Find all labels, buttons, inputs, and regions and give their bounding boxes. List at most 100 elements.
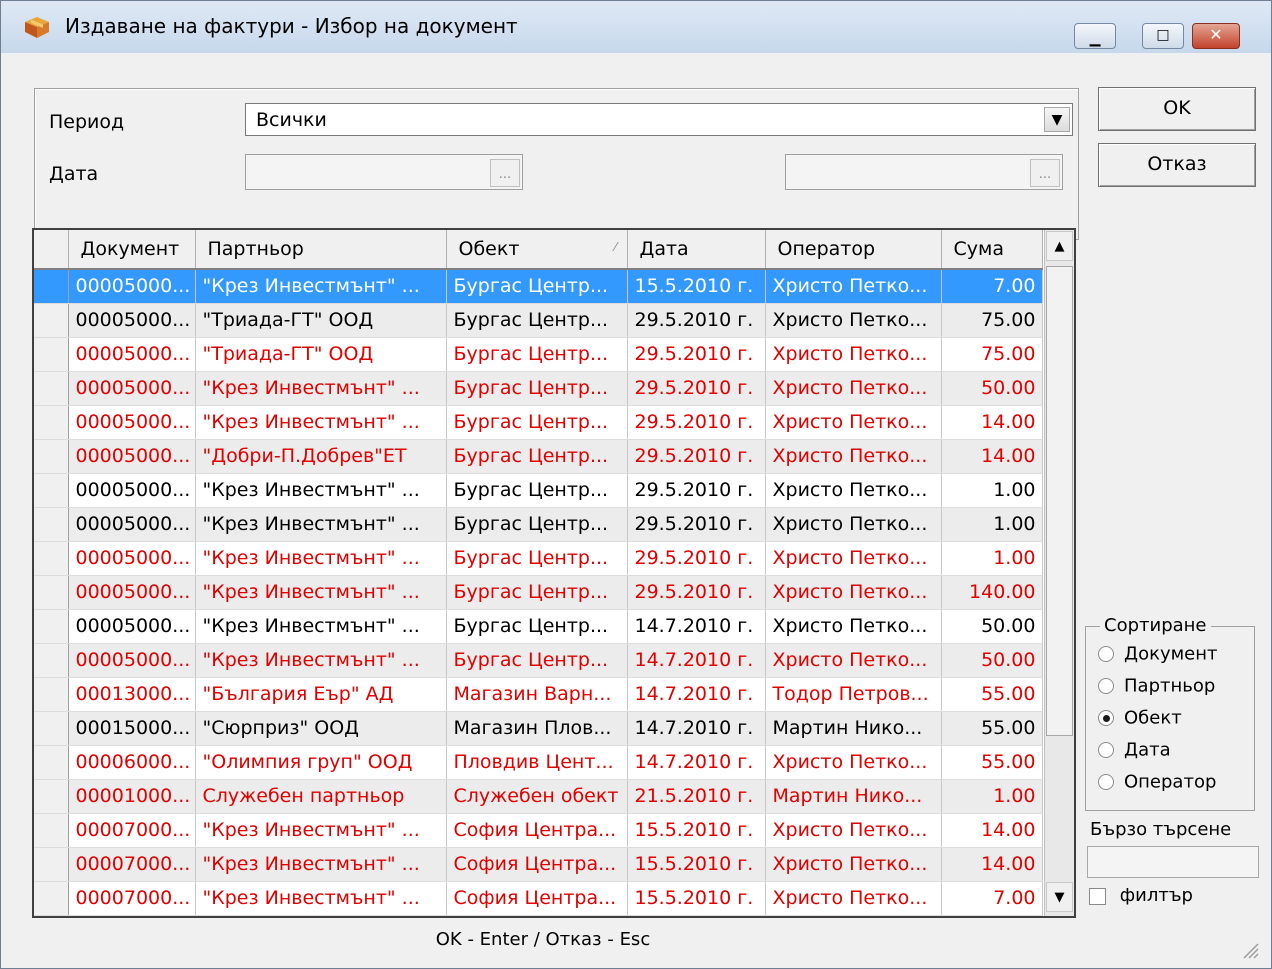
cell-document[interactable]: 00005000...	[68, 575, 196, 610]
cell-operator[interactable]: Христо Петко...	[765, 337, 942, 372]
table-row[interactable]: 00005000... "Крез Инвестмънт" ... Бургас Ц…	[34, 405, 1043, 440]
cell-partner[interactable]: "Крез Инвестмънт" ...	[195, 881, 447, 916]
cell-operator[interactable]: Христо Петко...	[765, 541, 942, 576]
cell-sum[interactable]: 55.00	[941, 677, 1043, 712]
sort-option[interactable]: Дата	[1098, 739, 1171, 767]
cell-document[interactable]: 00007000...	[68, 847, 196, 882]
cell-date[interactable]: 15.5.2010 г.	[627, 847, 766, 882]
ok-button[interactable]: OK	[1098, 87, 1256, 131]
cell-document[interactable]: 00005000...	[68, 507, 196, 542]
cell-operator[interactable]: Христо Петко...	[765, 269, 942, 304]
cell-operator[interactable]: Мартин Нико...	[765, 779, 942, 814]
cell-operator[interactable]: Христо Петко...	[765, 813, 942, 848]
row-selector[interactable]	[34, 745, 69, 780]
cell-object[interactable]: Бургас Центр...	[446, 541, 628, 576]
cell-sum[interactable]: 140.00	[941, 575, 1043, 610]
cell-sum[interactable]: 75.00	[941, 303, 1043, 338]
column-header-partner[interactable]: Партньор	[195, 230, 447, 270]
table-row[interactable]: 00005000... "Триада-ГТ" ООД Бургас Центр..…	[34, 303, 1043, 338]
cell-object[interactable]: Бургас Центр...	[446, 643, 628, 678]
table-row[interactable]: 00005000... "Крез Инвестмънт" ... Бургас Ц…	[34, 541, 1043, 576]
cell-object[interactable]: Бургас Центр...	[446, 507, 628, 542]
minimize-button[interactable]: ▁	[1074, 23, 1116, 49]
cell-document[interactable]: 00005000...	[68, 473, 196, 508]
row-selector[interactable]	[34, 643, 69, 678]
cell-date[interactable]: 29.5.2010 г.	[627, 473, 766, 508]
cell-operator[interactable]: Христо Петко...	[765, 745, 942, 780]
cell-operator[interactable]: Христо Петко...	[765, 881, 942, 916]
table-row[interactable]: 00005000... "Крез Инвестмънт" ... Бургас Ц…	[34, 507, 1043, 542]
table-row[interactable]: 00007000... "Крез Инвестмънт" ... София Це…	[34, 847, 1043, 882]
cell-date[interactable]: 14.7.2010 г.	[627, 643, 766, 678]
cell-partner[interactable]: "Крез Инвестмънт" ...	[195, 507, 447, 542]
table-row[interactable]: 00005000... "Крез Инвестмънт" ... Бургас Ц…	[34, 371, 1043, 406]
row-selector[interactable]	[34, 779, 69, 814]
row-selector[interactable]	[34, 337, 69, 372]
date-from-field[interactable]: ...	[245, 154, 523, 190]
sort-option[interactable]: Оператор	[1098, 771, 1216, 799]
cell-partner[interactable]: "Крез Инвестмънт" ...	[195, 541, 447, 576]
cell-object[interactable]: Бургас Центр...	[446, 439, 628, 474]
cell-operator[interactable]: Христо Петко...	[765, 371, 942, 406]
cell-object[interactable]: Бургас Центр...	[446, 269, 628, 304]
cell-partner[interactable]: "Крез Инвестмънт" ...	[195, 847, 447, 882]
column-header-date[interactable]: Дата	[627, 230, 766, 270]
scroll-down-icon[interactable]: ▼	[1046, 882, 1073, 912]
column-header-operator[interactable]: Оператор	[765, 230, 942, 270]
period-select[interactable]: Всички ▼	[245, 103, 1073, 136]
cell-operator[interactable]: Христо Петко...	[765, 847, 942, 882]
cell-date[interactable]: 29.5.2010 г.	[627, 575, 766, 610]
cell-sum[interactable]: 1.00	[941, 541, 1043, 576]
cell-operator[interactable]: Христо Петко...	[765, 507, 942, 542]
cell-operator[interactable]: Христо Петко...	[765, 473, 942, 508]
vertical-scrollbar[interactable]: ▲ ▼	[1044, 230, 1074, 916]
cell-document[interactable]: 00005000...	[68, 337, 196, 372]
row-selector[interactable]	[34, 541, 69, 576]
cell-date[interactable]: 14.7.2010 г.	[627, 745, 766, 780]
cell-object[interactable]: Магазин Плов...	[446, 711, 628, 746]
cell-sum[interactable]: 7.00	[941, 269, 1043, 304]
cell-date[interactable]: 29.5.2010 г.	[627, 439, 766, 474]
table-row[interactable]: 00005000... "Крез Инвестмънт" ... Бургас Ц…	[34, 269, 1043, 304]
cell-date[interactable]: 29.5.2010 г.	[627, 541, 766, 576]
table-row[interactable]: 00005000... "Триада-ГТ" ООД Бургас Центр..…	[34, 337, 1043, 372]
table-row[interactable]: 00001000... Служебен партньор Служебен обе…	[34, 779, 1043, 814]
radio-button[interactable]	[1098, 774, 1114, 790]
cell-document[interactable]: 00005000...	[68, 405, 196, 440]
sort-option[interactable]: Обект	[1098, 707, 1182, 735]
cell-date[interactable]: 29.5.2010 г.	[627, 371, 766, 406]
cell-partner[interactable]: "Триада-ГТ" ООД	[195, 337, 447, 372]
row-selector[interactable]	[34, 303, 69, 338]
cell-sum[interactable]: 55.00	[941, 745, 1043, 780]
sort-option[interactable]: Партньор	[1098, 675, 1215, 703]
cell-document[interactable]: 00007000...	[68, 813, 196, 848]
cell-object[interactable]: Служебен обект	[446, 779, 628, 814]
cell-object[interactable]: Бургас Центр...	[446, 473, 628, 508]
cell-document[interactable]: 00013000...	[68, 677, 196, 712]
cell-operator[interactable]: Христо Петко...	[765, 405, 942, 440]
cell-date[interactable]: 14.7.2010 г.	[627, 711, 766, 746]
radio-button[interactable]	[1098, 742, 1114, 758]
cell-partner[interactable]: "България Еър" АД	[195, 677, 447, 712]
cell-partner[interactable]: "Крез Инвестмънт" ...	[195, 405, 447, 440]
column-header-object[interactable]: Обект ⁄	[446, 230, 628, 270]
cell-object[interactable]: София Центра...	[446, 847, 628, 882]
cell-partner[interactable]: "Крез Инвестмънт" ...	[195, 609, 447, 644]
documents-grid[interactable]: Документ Партньор Обект ⁄ Дата Оператор С…	[32, 228, 1076, 918]
cell-operator[interactable]: Мартин Нико...	[765, 711, 942, 746]
cell-partner[interactable]: "Крез Инвестмънт" ...	[195, 269, 447, 304]
row-selector[interactable]	[34, 881, 69, 916]
cell-partner[interactable]: "Крез Инвестмънт" ...	[195, 575, 447, 610]
table-row[interactable]: 00006000... "Олимпия груп" ООД Пловдив Цен…	[34, 745, 1043, 780]
cell-object[interactable]: Пловдив Цент...	[446, 745, 628, 780]
cell-sum[interactable]: 14.00	[941, 439, 1043, 474]
chevron-down-icon[interactable]: ▼	[1044, 107, 1070, 132]
cell-sum[interactable]: 1.00	[941, 779, 1043, 814]
table-row[interactable]: 00007000... "Крез Инвестмънт" ... София Це…	[34, 813, 1043, 848]
row-selector[interactable]	[34, 847, 69, 882]
cancel-button[interactable]: Отказ	[1098, 143, 1256, 187]
cell-operator[interactable]: Христо Петко...	[765, 643, 942, 678]
cell-date[interactable]: 15.5.2010 г.	[627, 881, 766, 916]
table-row[interactable]: 00005000... "Крез Инвестмънт" ... Бургас Ц…	[34, 609, 1043, 644]
close-button[interactable]: ✕	[1192, 23, 1240, 49]
